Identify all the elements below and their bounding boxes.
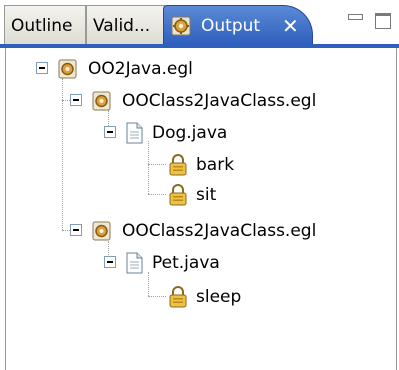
tree-connector-line <box>148 296 166 297</box>
tab-validation-label: Valid... <box>93 16 151 36</box>
tab-output[interactable]: Output ✕ <box>163 5 313 45</box>
collapse-icon[interactable] <box>70 224 82 236</box>
document-icon <box>126 252 143 274</box>
tree-node-label: OOClass2JavaClass.egl <box>122 91 317 111</box>
tree-node-label: OOClass2JavaClass.egl <box>122 221 317 241</box>
tab-outline-label: Outline <box>11 16 73 36</box>
minimize-view-button[interactable] <box>346 12 364 28</box>
collapse-icon[interactable] <box>36 62 48 74</box>
tab-output-label: Output <box>201 16 261 36</box>
output-tree: OO2Java.egl OOClass2JavaClass.egl Dog.ja… <box>6 48 396 370</box>
collapse-icon[interactable] <box>104 256 116 268</box>
tree-node-label: sleep <box>196 287 242 307</box>
tree-connector-line <box>148 164 166 165</box>
collapse-icon[interactable] <box>70 94 82 106</box>
tree-connector-line <box>148 141 149 194</box>
collapse-icon[interactable] <box>104 126 116 138</box>
tree-node-label: sit <box>196 185 217 205</box>
close-icon[interactable]: ✕ <box>282 6 299 46</box>
gear-file-icon <box>92 91 111 111</box>
maximize-view-button[interactable] <box>374 12 392 29</box>
tree-node-label: Pet.java <box>152 253 220 273</box>
document-icon <box>126 122 143 144</box>
lock-icon <box>169 286 187 308</box>
tab-validation[interactable]: Valid... <box>86 5 165 45</box>
lock-icon <box>169 154 187 176</box>
gear-icon <box>171 16 191 36</box>
gear-file-icon <box>58 59 77 79</box>
tree-node-label: Dog.java <box>152 123 228 143</box>
output-view: Outline Valid... Output ✕ OO2Java.egl OO… <box>0 0 399 370</box>
lock-icon <box>169 184 187 206</box>
tree-connector-line <box>148 194 166 195</box>
view-tab-bar: Outline Valid... Output ✕ <box>0 0 399 50</box>
tree-connector-line <box>148 272 149 296</box>
tree-node-label: bark <box>196 155 235 175</box>
output-tree-panel: OO2Java.egl OOClass2JavaClass.egl Dog.ja… <box>5 48 397 370</box>
tree-node-label: OO2Java.egl <box>88 59 193 79</box>
gear-file-icon <box>92 221 111 241</box>
tab-outline[interactable]: Outline <box>4 5 86 45</box>
